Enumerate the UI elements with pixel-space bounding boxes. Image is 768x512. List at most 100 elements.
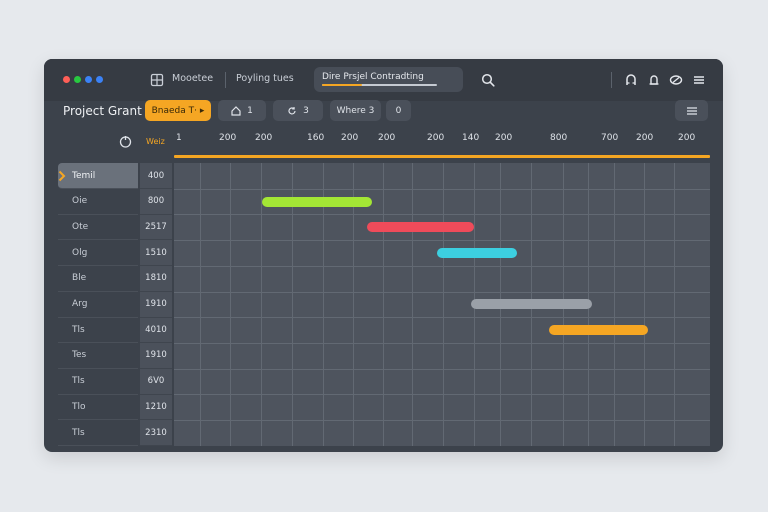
grid-horizontal-line <box>174 240 710 241</box>
task-row-label[interactable]: Tes <box>58 343 138 369</box>
grid-vertical-line <box>261 163 262 446</box>
task-value: 1910 <box>140 292 172 318</box>
grid-vertical-line <box>674 163 675 446</box>
home-button[interactable]: 1 <box>218 100 266 121</box>
task-value: 2517 <box>140 214 172 241</box>
grid-vertical-line <box>614 163 615 446</box>
close-dot[interactable] <box>63 76 70 83</box>
project-search-field[interactable]: Dire Prsjel Contradting <box>314 67 463 92</box>
timeline-tick-label: 200 <box>427 133 445 143</box>
where-button[interactable]: Where 3 <box>330 100 381 121</box>
zero-button[interactable]: 0 <box>386 100 411 121</box>
task-row-label[interactable]: Tls <box>58 420 138 446</box>
filter-dropdown-label: Bnaeda T· ▸ <box>151 105 205 116</box>
grid-vertical-line <box>230 163 231 446</box>
timeline-tick-label: 160 <box>307 133 325 143</box>
task-value: 6V0 <box>140 369 172 395</box>
gantt-task-bar[interactable] <box>366 222 475 233</box>
grid-horizontal-line <box>174 189 710 190</box>
task-value: 400 <box>140 163 172 189</box>
where-button-label: Where 3 <box>336 105 375 116</box>
task-row-label[interactable]: Arg <box>58 292 138 318</box>
timeline-tick-label: 800 <box>550 133 568 143</box>
extra-dot[interactable] <box>96 76 103 83</box>
gantt-task-bar[interactable] <box>471 299 593 310</box>
task-row-label[interactable]: Olg <box>58 240 138 267</box>
today-line <box>174 155 710 158</box>
timeline-tick-label: 200 <box>678 133 696 143</box>
task-name: Tls <box>72 324 85 335</box>
grid-horizontal-line <box>174 317 710 318</box>
task-value: 1810 <box>140 266 172 292</box>
task-name: Ote <box>72 221 89 232</box>
grid-vertical-line <box>412 163 413 446</box>
maximize-dot[interactable] <box>74 76 81 83</box>
timeline-tick-label: 140 <box>462 133 480 143</box>
task-value: 2310 <box>140 420 172 446</box>
task-value: 1910 <box>140 343 172 369</box>
week-label: Weiz <box>146 137 165 146</box>
minimize-dot[interactable] <box>85 76 92 83</box>
divider <box>225 72 226 88</box>
refresh-icon <box>288 106 296 114</box>
gantt-task-bar[interactable] <box>549 325 649 336</box>
task-values-column: 400 800 2517 1510 1810 1910 4010 1910 6V0 1210 231… <box>140 163 172 446</box>
magnet-icon[interactable] <box>624 73 638 87</box>
grid-horizontal-line <box>174 394 710 395</box>
page-title: Project Grant <box>63 104 142 118</box>
task-value: 4010 <box>140 317 172 344</box>
search-field-value: Dire Prsjel Contradting <box>322 72 424 82</box>
timeline-tick-label: 200 <box>378 133 396 143</box>
menu-item-1[interactable]: Mooetee <box>172 73 213 84</box>
task-row-label[interactable]: Tls <box>58 369 138 395</box>
gantt-task-bar[interactable] <box>262 196 373 207</box>
task-value: 800 <box>140 189 172 215</box>
task-row-label[interactable]: Oie <box>58 189 138 215</box>
gantt-task-bar[interactable] <box>436 247 518 258</box>
grid-horizontal-line <box>174 266 710 267</box>
timeline-tick-label: 200 <box>219 133 237 143</box>
gantt-chart-area <box>174 163 710 446</box>
refresh-button-count: 3 <box>303 105 309 116</box>
search-icon[interactable] <box>481 73 495 87</box>
timeline-tick-label: 1 <box>176 133 182 143</box>
gantt-window: Mooetee Poyling tues Dire Prsjel Contrad… <box>44 59 723 452</box>
grid-vertical-line <box>644 163 645 446</box>
grid-vertical-line <box>443 163 444 446</box>
timeline-tick-label: 200 <box>636 133 654 143</box>
timer-icon[interactable] <box>119 135 132 148</box>
divider <box>611 72 612 88</box>
task-value: 1210 <box>140 394 172 421</box>
task-name: Arg <box>72 299 88 309</box>
task-value: 1510 <box>140 240 172 267</box>
link-icon[interactable] <box>669 73 683 87</box>
hamburger-icon[interactable] <box>692 73 706 87</box>
timeline-tick-label: 200 <box>341 133 359 143</box>
top-bar: Mooetee Poyling tues Dire Prsjel Contrad… <box>44 59 723 101</box>
list-view-button[interactable] <box>675 100 708 121</box>
task-row-label[interactable]: Tlo <box>58 394 138 421</box>
refresh-button[interactable]: 3 <box>273 100 323 121</box>
bell-icon[interactable] <box>647 73 661 87</box>
grid-icon[interactable] <box>150 73 164 87</box>
grid-horizontal-line <box>174 343 710 344</box>
task-row-label[interactable]: Temil <box>58 163 138 189</box>
task-row-label[interactable]: Ote <box>58 214 138 241</box>
grid-horizontal-line <box>174 214 710 215</box>
menu-item-2[interactable]: Poyling tues <box>236 73 294 84</box>
grid-horizontal-line <box>174 292 710 293</box>
task-name: Ble <box>72 273 87 284</box>
grid-vertical-line <box>200 163 201 446</box>
grid-vertical-line <box>383 163 384 446</box>
home-button-count: 1 <box>247 105 253 116</box>
filter-dropdown-button[interactable]: Bnaeda T· ▸ <box>145 100 211 121</box>
grid-horizontal-line <box>174 369 710 370</box>
task-row-label[interactable]: Ble <box>58 266 138 292</box>
task-name: Oie <box>72 196 88 207</box>
task-row-label[interactable]: Tls <box>58 317 138 344</box>
task-name: Tes <box>72 350 87 361</box>
timeline-tick-label: 200 <box>495 133 513 143</box>
task-list: Temil Oie Ote Olg Ble Arg Tls Tes Tls Tlo Tls <box>58 163 138 446</box>
task-name: Olg <box>72 247 88 258</box>
home-icon <box>231 105 241 116</box>
